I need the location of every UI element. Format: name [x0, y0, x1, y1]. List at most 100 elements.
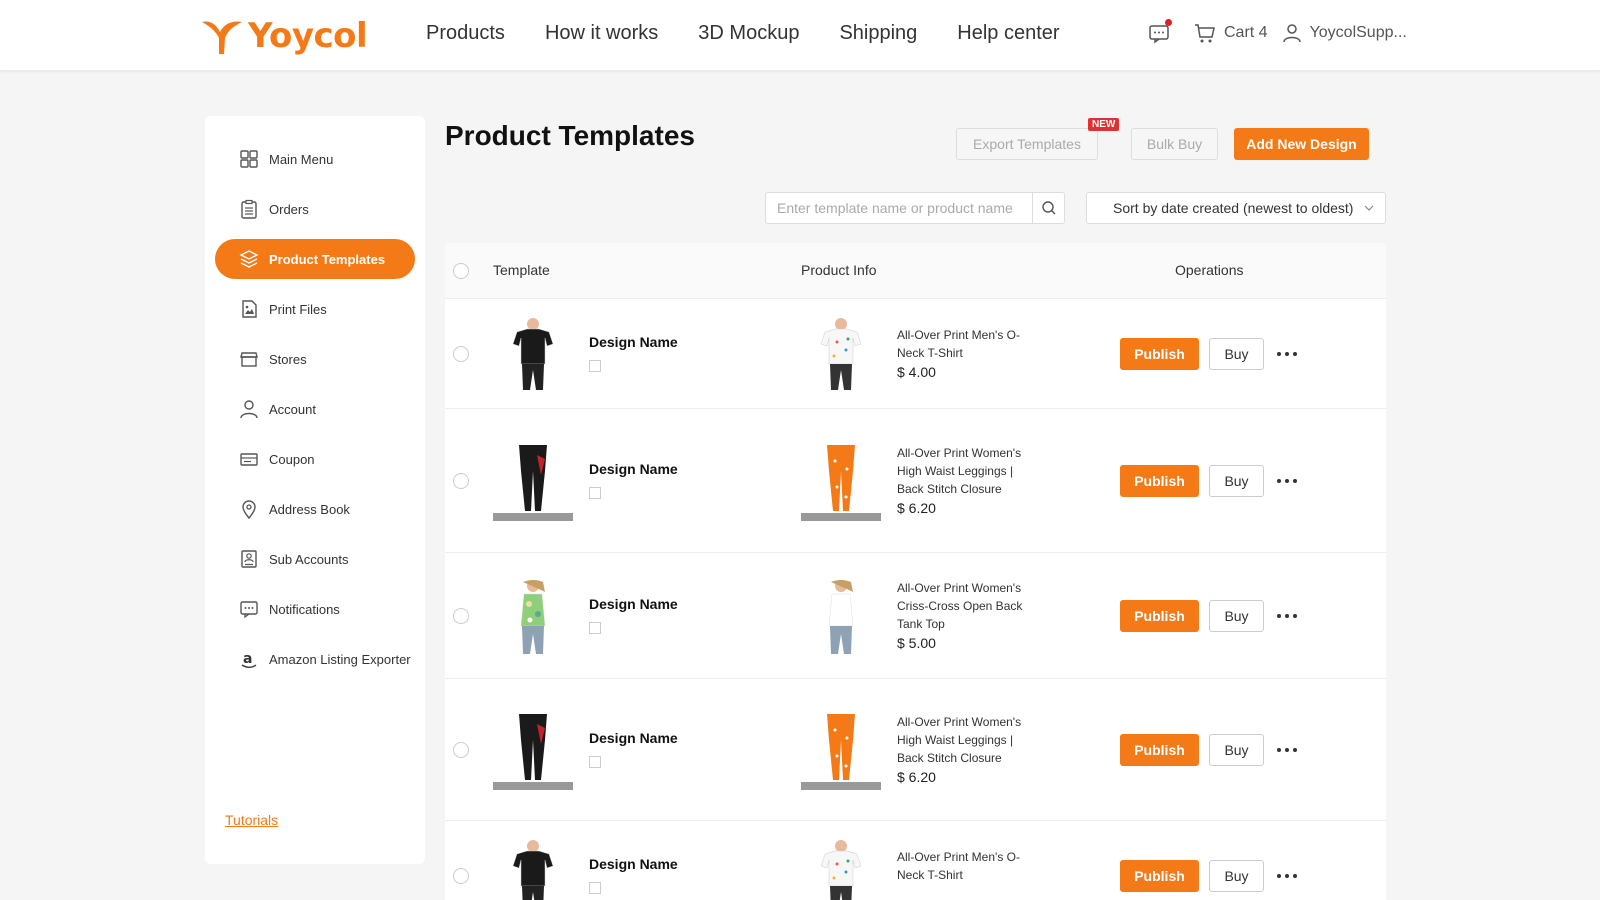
- design-name: Design Name: [589, 596, 678, 612]
- more-options-icon[interactable]: [1277, 349, 1303, 359]
- table-row: Design Name All-Over Print Men's O-Neck …: [445, 299, 1386, 409]
- buy-button[interactable]: Buy: [1209, 734, 1264, 766]
- row-checkbox[interactable]: [453, 608, 469, 624]
- product-name: All-Over Print Women's High Waist Leggin…: [897, 446, 1022, 496]
- product-thumbnail[interactable]: [801, 576, 881, 656]
- row-checkbox[interactable]: [453, 473, 469, 489]
- product-thumbnail[interactable]: [801, 710, 881, 790]
- sort-select[interactable]: Sort by date created (newest to oldest): [1086, 192, 1386, 224]
- design-name: Design Name: [589, 856, 678, 872]
- main-nav: Products How it works 3D Mockup Shipping…: [426, 22, 1060, 45]
- table-row: Design Name All-Over Print Women's Criss…: [445, 553, 1386, 679]
- design-thumbnail[interactable]: [493, 314, 573, 394]
- row-checkbox[interactable]: [453, 742, 469, 758]
- user-name: YoycolSupp...: [1309, 24, 1407, 41]
- add-new-design-button[interactable]: Add New Design: [1234, 128, 1369, 160]
- select-all-checkbox[interactable]: [453, 263, 469, 279]
- design-edit-checkbox[interactable]: [589, 756, 601, 768]
- product-price: $ 6.20: [897, 769, 936, 785]
- sidebar-item-stores[interactable]: Stores: [215, 339, 415, 379]
- buy-button[interactable]: Buy: [1209, 465, 1264, 497]
- sidebar-item-notifications[interactable]: Notifications: [215, 589, 415, 629]
- nav-products[interactable]: Products: [426, 22, 505, 45]
- design-name: Design Name: [589, 461, 678, 477]
- more-options-icon[interactable]: [1277, 476, 1303, 486]
- clipboard-icon: [241, 199, 257, 219]
- nav-3d-mockup[interactable]: 3D Mockup: [698, 22, 799, 45]
- sidebar-item-print-files[interactable]: Print Files: [215, 289, 415, 329]
- product-name: All-Over Print Men's O-Neck T-Shirt: [897, 328, 1020, 360]
- cart-icon: [1195, 24, 1215, 43]
- sidebar-item-amazon-listing-exporter[interactable]: a Amazon Listing Exporter: [215, 639, 415, 679]
- sidebar-item-label: Orders: [269, 201, 309, 217]
- product-thumbnail[interactable]: [801, 441, 881, 521]
- product-thumbnail[interactable]: [801, 314, 881, 394]
- table-row: Design Name All-Over Print Men's O-Neck …: [445, 821, 1386, 900]
- product-name: All-Over Print Women's High Waist Leggin…: [897, 715, 1022, 765]
- tutorials-link[interactable]: Tutorials: [225, 812, 278, 828]
- page-title: Product Templates: [445, 120, 695, 151]
- cart-link[interactable]: Cart 4: [1194, 22, 1268, 44]
- design-thumbnail[interactable]: [493, 836, 573, 900]
- design-thumbnail[interactable]: [493, 441, 573, 521]
- publish-button[interactable]: Publish: [1120, 600, 1199, 632]
- sidebar-item-label: Address Book: [269, 501, 350, 517]
- sub-account-icon: [241, 550, 257, 568]
- sidebar-item-main-menu[interactable]: Main Menu: [215, 139, 415, 179]
- image-file-icon: [242, 300, 257, 318]
- design-thumbnail[interactable]: [493, 576, 573, 656]
- new-badge: NEW: [1088, 118, 1120, 131]
- sidebar-item-coupon[interactable]: Coupon: [215, 439, 415, 479]
- sidebar-item-label: Amazon Listing Exporter: [269, 651, 411, 667]
- nav-help-center[interactable]: Help center: [957, 22, 1059, 45]
- sidebar-item-orders[interactable]: Orders: [215, 189, 415, 229]
- publish-button[interactable]: Publish: [1120, 860, 1199, 892]
- user-icon: [1282, 24, 1301, 43]
- search-button[interactable]: [1032, 193, 1064, 223]
- design-edit-checkbox[interactable]: [589, 622, 601, 634]
- header-product-info: Product Info: [801, 262, 877, 278]
- nav-shipping[interactable]: Shipping: [839, 22, 917, 45]
- more-options-icon[interactable]: [1277, 611, 1303, 621]
- sidebar-item-address-book[interactable]: Address Book: [215, 489, 415, 529]
- sidebar-item-product-templates[interactable]: Product Templates: [215, 239, 415, 279]
- bird-logo-icon: [202, 21, 242, 54]
- layers-icon: [239, 250, 259, 268]
- templates-table: Template Product Info Operations Design …: [445, 243, 1386, 900]
- row-checkbox[interactable]: [453, 346, 469, 362]
- bulk-buy-button[interactable]: Bulk Buy: [1131, 128, 1218, 160]
- messages-icon[interactable]: [1148, 19, 1172, 44]
- publish-button[interactable]: Publish: [1120, 465, 1199, 497]
- design-name: Design Name: [589, 730, 678, 746]
- sidebar-item-label: Notifications: [269, 601, 340, 617]
- search-input[interactable]: [766, 193, 1032, 223]
- coupon-icon: [240, 453, 258, 466]
- more-options-icon[interactable]: [1277, 871, 1303, 881]
- product-thumbnail[interactable]: [801, 836, 881, 900]
- design-edit-checkbox[interactable]: [589, 487, 601, 499]
- buy-button[interactable]: Buy: [1209, 600, 1264, 632]
- nav-how-it-works[interactable]: How it works: [545, 22, 658, 45]
- design-edit-checkbox[interactable]: [589, 360, 601, 372]
- table-row: Design Name All-Over Print Women's High …: [445, 679, 1386, 821]
- grid-icon: [240, 150, 258, 168]
- publish-button[interactable]: Publish: [1120, 734, 1199, 766]
- design-edit-checkbox[interactable]: [589, 882, 601, 894]
- yoycol-logo[interactable]: Yoycol: [200, 14, 368, 58]
- more-options-icon[interactable]: [1277, 745, 1303, 755]
- export-templates-button[interactable]: Export Templates: [956, 128, 1098, 160]
- product-price: $ 5.00: [897, 635, 936, 651]
- sidebar-item-sub-accounts[interactable]: Sub Accounts: [215, 539, 415, 579]
- sidebar-item-label: Stores: [269, 351, 307, 367]
- user-menu[interactable]: YoycolSupp...: [1282, 23, 1407, 43]
- sidebar-item-account[interactable]: Account: [215, 389, 415, 429]
- product-price: $ 4.00: [897, 364, 936, 380]
- publish-button[interactable]: Publish: [1120, 338, 1199, 370]
- row-checkbox[interactable]: [453, 868, 469, 884]
- header-operations: Operations: [1175, 262, 1244, 278]
- buy-button[interactable]: Buy: [1209, 860, 1264, 892]
- design-thumbnail[interactable]: [493, 710, 573, 790]
- buy-button[interactable]: Buy: [1209, 338, 1264, 370]
- logo-text: Yoycol: [248, 16, 368, 56]
- store-icon: [240, 352, 258, 367]
